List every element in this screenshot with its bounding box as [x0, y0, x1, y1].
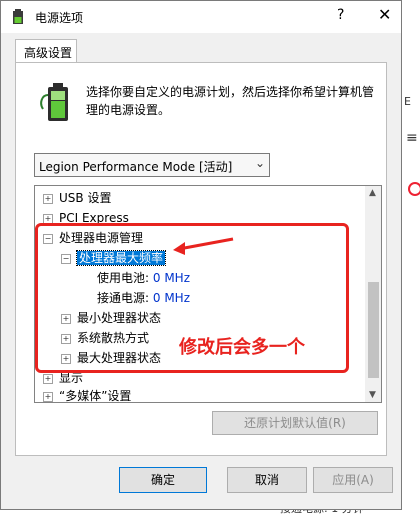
power-plan-value: Legion Performance Mode [活动] — [39, 160, 233, 174]
battery-icon — [40, 83, 68, 121]
expand-icon[interactable]: + — [43, 391, 53, 402]
apply-button[interactable]: 应用(A) — [313, 467, 393, 493]
background-text: ≡ — [406, 130, 418, 146]
tree-scrollbar[interactable]: ▲ ▼ — [365, 186, 381, 402]
window-title: 电源选项 — [35, 11, 84, 25]
title-bar: 电源选项 ? ✕ — [1, 1, 401, 33]
expand-icon[interactable]: + — [43, 373, 53, 384]
close-button[interactable]: ✕ — [378, 5, 391, 24]
help-button[interactable]: ? — [337, 7, 344, 23]
annotation-arrow-icon — [173, 237, 234, 255]
tree-item-label: USB 设置 — [59, 191, 112, 205]
chevron-down-icon: ⌄ — [254, 156, 265, 170]
background-text: E — [404, 95, 411, 108]
ok-button[interactable]: 确定 — [119, 467, 207, 493]
background-icon — [408, 182, 420, 196]
expand-icon[interactable]: + — [43, 213, 53, 224]
scrollbar-thumb[interactable] — [368, 282, 379, 378]
annotation-text: 修改后会多一个 — [179, 337, 305, 358]
tree-item-label: 显示 — [59, 371, 84, 385]
tab-advanced-settings[interactable]: 高级设置 — [15, 39, 77, 63]
restore-defaults-button[interactable]: 还原计划默认值(R) — [212, 411, 378, 435]
tree-item-label: “多媒体”设置 — [59, 389, 132, 403]
tree-item-usb[interactable]: + USB 设置 — [43, 188, 111, 208]
background-window: E ≡ — [400, 0, 420, 512]
scroll-down-icon[interactable]: ▼ — [369, 390, 376, 400]
tab-label: 高级设置 — [24, 46, 73, 60]
cancel-button[interactable]: 取消 — [227, 467, 307, 493]
description-text: 选择你要自定义的电源计划，然后选择你希望计算机管理的电源设置。 — [86, 85, 375, 117]
power-plan-select[interactable]: Legion Performance Mode [活动] ⌄ — [34, 153, 270, 177]
battery-app-icon — [13, 9, 23, 24]
tree-item-multimedia[interactable]: + “多媒体”设置 — [43, 386, 132, 403]
scroll-up-icon[interactable]: ▲ — [369, 188, 376, 198]
expand-icon[interactable]: + — [43, 193, 53, 204]
power-options-dialog: 电源选项 ? ✕ 高级设置 选择你要自定义的电源计划，然后选择你希望计算机管理的… — [0, 0, 402, 510]
